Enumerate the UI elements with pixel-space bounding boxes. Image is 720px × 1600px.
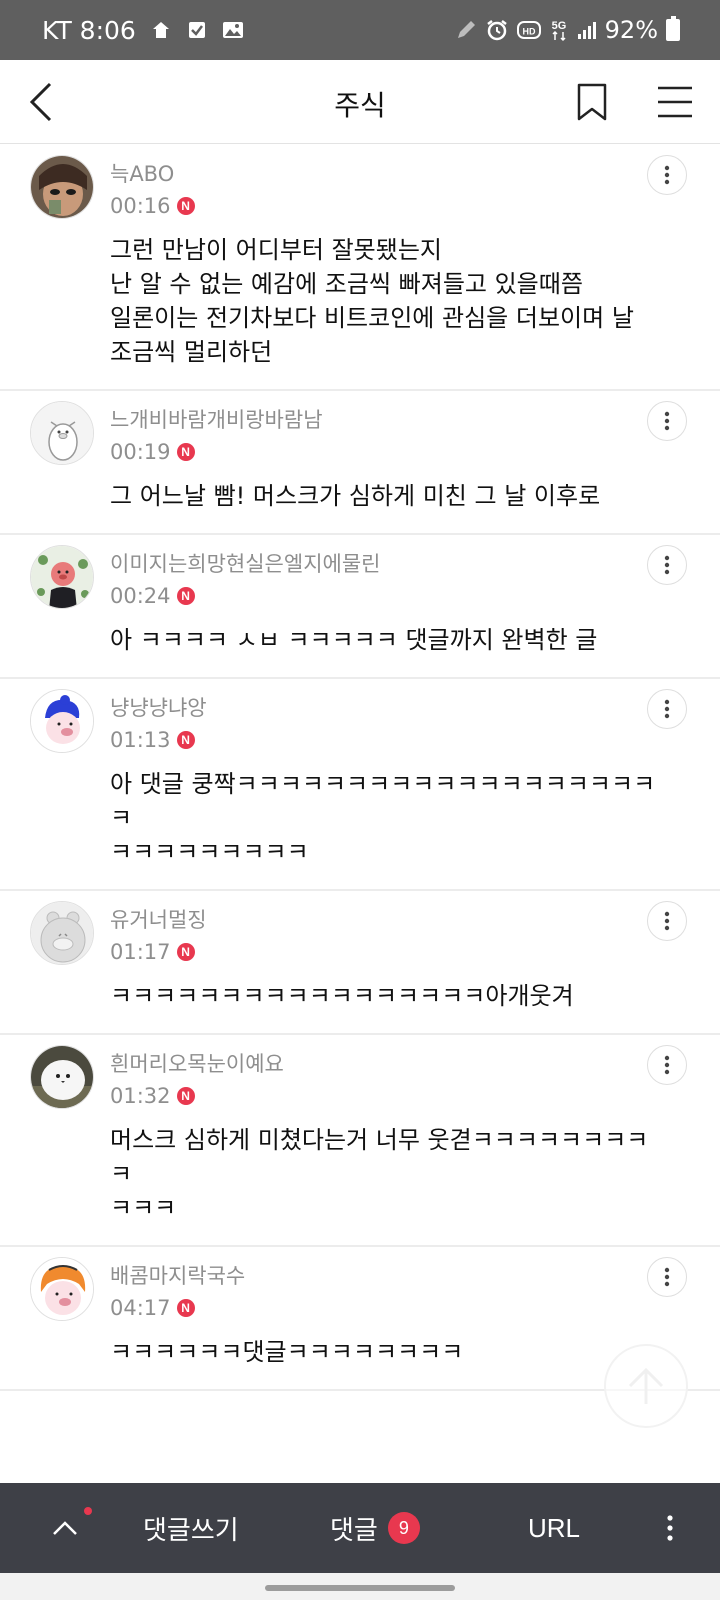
comment-item: 흰머리오목눈이예요 01:32 N 머스크 심하게 미쳤다는거 너무 웃겯ㅋㅋㅋ…	[0, 1035, 720, 1247]
5g-icon: 5G	[549, 18, 569, 42]
more-options-button[interactable]	[647, 689, 687, 729]
avatar[interactable]	[30, 689, 94, 753]
comment-item: 늑ABO 00:16 N 그런 만남이 어디부터 잘못됐는지 난 알 수 없는 …	[0, 145, 720, 391]
vertical-dots-icon	[664, 165, 670, 185]
vertical-dots-icon	[664, 411, 670, 431]
page-title: 주식	[334, 89, 386, 122]
battery-icon	[666, 16, 680, 41]
avatar[interactable]	[30, 545, 94, 609]
battery-percent: 92%	[604, 16, 658, 44]
comment-time: 00:24	[110, 584, 171, 608]
comment-text: 아 댓글 쿵짝ㅋㅋㅋㅋㅋㅋㅋㅋㅋㅋㅋㅋㅋㅋㅋㅋㅋㅋㅋㅋ ㅋㅋㅋㅋㅋㅋㅋㅋㅋ	[110, 770, 656, 866]
more-options-button[interactable]	[647, 1045, 687, 1085]
comment-time: 00:19	[110, 440, 171, 464]
comment-count-badge: 9	[387, 1512, 420, 1544]
write-comment-button[interactable]: 댓글쓰기	[143, 1483, 239, 1573]
carrier-time: KT 8:06	[42, 15, 136, 45]
home-indicator[interactable]	[265, 1585, 455, 1591]
comments-label: 댓글	[330, 1515, 378, 1546]
more-options-button[interactable]	[647, 155, 687, 195]
chevron-up-icon	[53, 1521, 77, 1535]
comment-text: 머스크 심하게 미쳤다는거 너무 웃겯ㅋㅋㅋㅋㅋㅋㅋㅋㅋ ㅋㅋㅋ	[110, 1126, 649, 1222]
comment-list: 늑ABO 00:16 N 그런 만남이 어디부터 잘못됐는지 난 알 수 없는 …	[0, 145, 720, 1391]
comment-time: 01:32	[110, 1084, 171, 1108]
vertical-dots-icon	[664, 699, 670, 719]
new-badge: N	[176, 731, 195, 749]
more-menu-button[interactable]	[655, 1483, 685, 1573]
comment-meta: 04:17 N	[110, 1293, 660, 1323]
comment-author[interactable]: 흰머리오목눈이예요	[110, 1047, 660, 1081]
new-badge: N	[176, 587, 195, 605]
comment-meta: 00:24 N	[110, 581, 660, 611]
comment-item: 느개비바람개비랑바람남 00:19 N 그 어느날 빰! 머스크가 심하게 미친…	[0, 391, 720, 535]
pen-icon	[455, 19, 477, 41]
avatar[interactable]	[30, 901, 94, 965]
new-badge: N	[176, 443, 195, 461]
comment-item: 냥냥냥냐앙 01:13 N 아 댓글 쿵짝ㅋㅋㅋㅋㅋㅋㅋㅋㅋㅋㅋㅋㅋㅋㅋㅋㅋㅋㅋ…	[0, 679, 720, 891]
comment-item: 유거너멀징 01:17 N ㅋㅋㅋㅋㅋㅋㅋㅋㅋㅋㅋㅋㅋㅋㅋㅋㅋ아개웃겨	[0, 891, 720, 1035]
comment-time: 00:16	[110, 194, 171, 218]
comment-author[interactable]: 배콤마지락국수	[110, 1259, 660, 1293]
more-options-button[interactable]	[647, 901, 687, 941]
comment-meta: 01:13 N	[110, 725, 660, 755]
alarm-icon	[485, 18, 509, 42]
vertical-dots-icon	[664, 555, 670, 575]
comment-author[interactable]: 냥냥냥냐앙	[110, 691, 660, 725]
new-badge: N	[176, 1087, 195, 1105]
home-icon	[150, 19, 172, 41]
comment-meta: 00:16 N	[110, 191, 660, 221]
signal-icon	[577, 20, 597, 40]
bottom-toolbar: 댓글쓰기 댓글 9 URL	[0, 1483, 720, 1573]
status-left: KT 8:06	[42, 16, 455, 45]
expand-button[interactable]	[40, 1483, 92, 1573]
more-options-button[interactable]	[647, 1257, 687, 1297]
check-box-icon	[186, 19, 208, 41]
bookmark-icon[interactable]	[574, 82, 610, 122]
avatar[interactable]	[30, 1045, 94, 1109]
comment-meta: 00:19 N	[110, 437, 660, 467]
hamburger-menu-icon[interactable]	[656, 84, 694, 120]
comments-button[interactable]: 댓글 9	[330, 1483, 420, 1573]
comment-text: 아 ㅋㅋㅋㅋ ㅅㅂ ㅋㅋㅋㅋㅋ 댓글까지 완벽한 글	[110, 626, 598, 654]
new-badge: N	[176, 197, 195, 215]
svg-text:5G: 5G	[551, 20, 566, 32]
comment-author[interactable]: 느개비바람개비랑바람남	[110, 403, 660, 437]
avatar[interactable]	[30, 401, 94, 465]
more-options-button[interactable]	[647, 401, 687, 441]
status-bar: KT 8:06 HD 5G 92%	[0, 0, 720, 60]
comment-item: 이미지는희망현실은엘지에물린 00:24 N 아 ㅋㅋㅋㅋ ㅅㅂ ㅋㅋㅋㅋㅋ 댓…	[0, 535, 720, 679]
app-header: 주식	[0, 60, 720, 144]
comment-text: 그런 만남이 어디부터 잘못됐는지 난 알 수 없는 예감에 조금씩 빠져들고 …	[110, 236, 634, 366]
vertical-dots-icon	[664, 1267, 670, 1287]
comment-time: 01:13	[110, 728, 171, 752]
comment-text: ㅋㅋㅋㅋㅋㅋㅋㅋㅋㅋㅋㅋㅋㅋㅋㅋㅋ아개웃겨	[110, 982, 574, 1010]
comment-time: 01:17	[110, 940, 171, 964]
status-right: HD 5G 92%	[455, 16, 680, 44]
comment-author[interactable]: 이미지는희망현실은엘지에물린	[110, 547, 660, 581]
hd-icon: HD	[516, 20, 541, 40]
arrow-up-icon	[628, 1367, 664, 1404]
scroll-to-top-button[interactable]	[604, 1344, 688, 1428]
comment-author[interactable]: 유거너멀징	[110, 903, 660, 937]
comment-meta: 01:32 N	[110, 1081, 660, 1111]
avatar[interactable]	[30, 155, 94, 219]
vertical-dots-icon	[664, 1055, 670, 1075]
url-button[interactable]: URL	[528, 1483, 580, 1573]
system-nav-bar	[0, 1573, 720, 1600]
notification-dot	[84, 1507, 92, 1515]
comment-text: 그 어느날 빰! 머스크가 심하게 미친 그 날 이후로	[110, 482, 601, 510]
comment-meta: 01:17 N	[110, 937, 660, 967]
vertical-dots-icon	[664, 911, 670, 931]
gallery-icon	[222, 19, 244, 41]
more-options-button[interactable]	[647, 545, 687, 585]
new-badge: N	[176, 943, 195, 961]
comment-author[interactable]: 늑ABO	[110, 157, 660, 191]
svg-text:HD: HD	[522, 27, 535, 37]
comment-time: 04:17	[110, 1296, 171, 1320]
comment-text: ㅋㅋㅋㅋㅋㅋ댓글ㅋㅋㅋㅋㅋㅋㅋㅋ	[110, 1338, 464, 1366]
new-badge: N	[176, 1299, 195, 1317]
vertical-dots-icon	[667, 1515, 673, 1541]
avatar[interactable]	[30, 1257, 94, 1321]
